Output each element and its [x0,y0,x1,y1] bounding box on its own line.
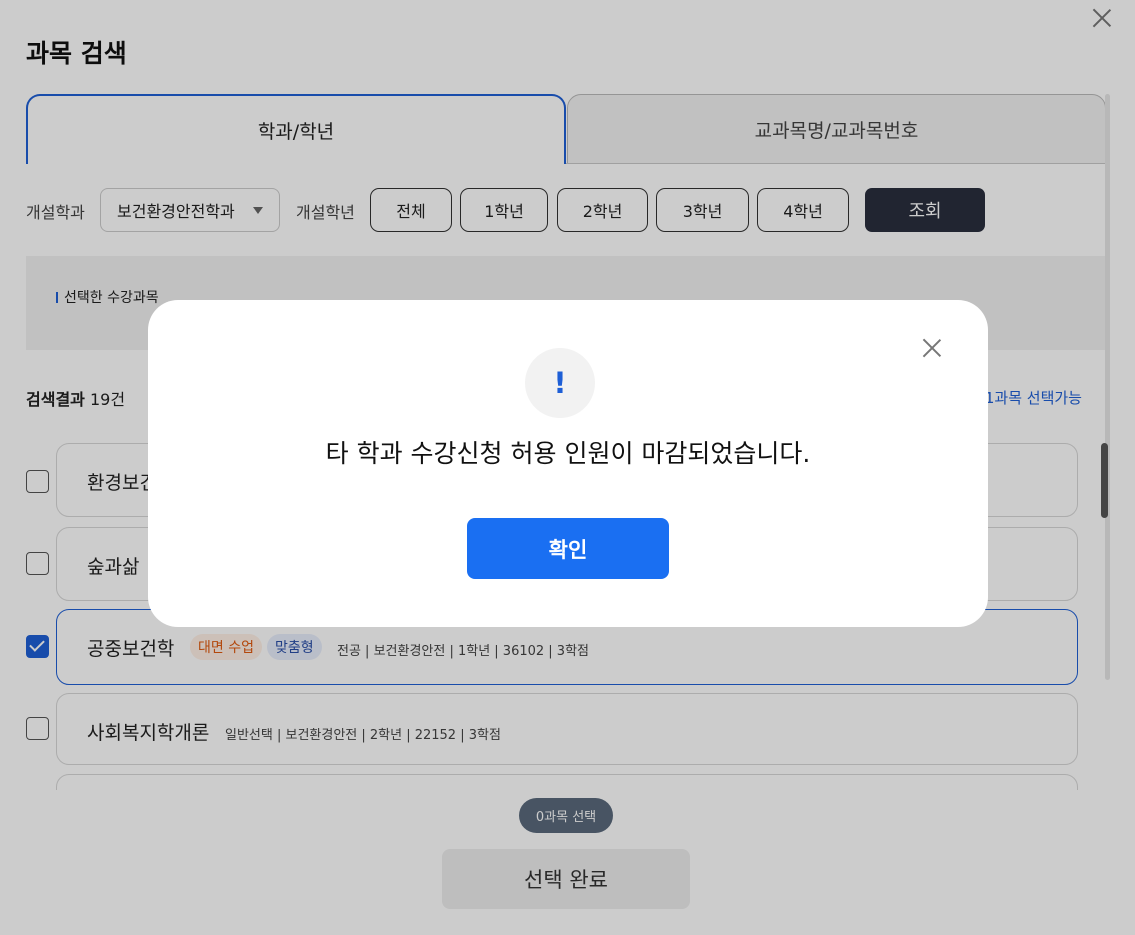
alert-message: 타 학과 수강신청 허용 인원이 마감되었습니다. [325,439,811,468]
close-icon[interactable] [921,337,943,359]
exclamation-icon: ! [525,348,595,418]
confirm-button[interactable]: 확인 [467,518,669,579]
alert-modal: ! 타 학과 수강신청 허용 인원이 마감되었습니다. 확인 [148,300,988,627]
